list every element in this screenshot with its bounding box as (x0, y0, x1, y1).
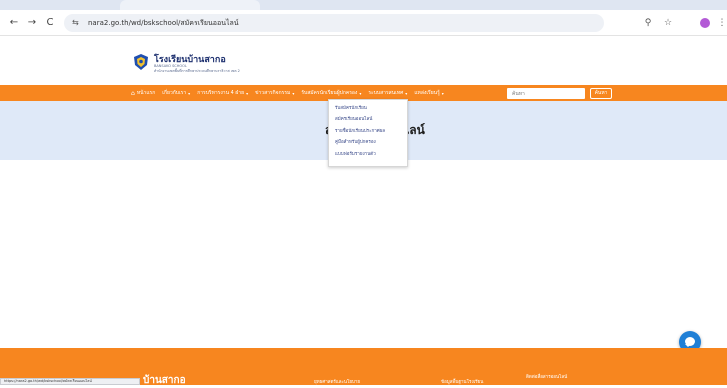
dropdown-item-0[interactable]: รับสมัครนักเรียน (329, 103, 407, 114)
dropdown-item-2[interactable]: รายชื่อนักเรียนประกาศผล (329, 126, 407, 137)
nav-item-label: ระบบสารสนเทศ (368, 90, 404, 96)
nav-item-5[interactable]: ระบบสารสนเทศ ▾ (368, 89, 407, 97)
nav-item-label: หน้าแรก (136, 90, 156, 96)
nav-item-label: การบริหารงาน 4 ฝ่าย (197, 90, 245, 96)
admission-dropdown-menu: รับสมัครนักเรียน สมัครเรียนออนไลน์ รายชื่อ… (328, 99, 408, 167)
browser-status-bar: https://nara2.go.th/wd/bskschool/สมัครเร… (0, 378, 140, 385)
nav-item-4[interactable]: รับสมัครนักเรียนผู้ปกครอง ▾ (301, 89, 361, 97)
chevron-down-icon: ▾ (359, 90, 362, 96)
back-icon[interactable]: ← (6, 15, 22, 31)
school-logo-icon[interactable] (133, 53, 149, 71)
nav-item-0[interactable]: ⌂ หน้าแรก (131, 89, 155, 97)
nav-item-label: ข่าวสารกิจกรรม (255, 90, 291, 96)
address-bar[interactable]: ⇆ nara2.go.th/wd/bskschool/สมัครเรียนออน… (64, 14, 604, 32)
bookmark-star-icon[interactable]: ☆ (660, 15, 676, 31)
chevron-down-icon: ▾ (292, 90, 295, 96)
school-subtitle-office: สำนักงานเขตพื้นที่การศึกษาประถมศึกษานราธ… (154, 69, 240, 73)
chevron-down-icon: ▾ (405, 90, 408, 96)
search-button[interactable]: ค้นหา (590, 88, 612, 99)
profile-avatar-icon[interactable] (700, 18, 710, 28)
nav-item-label: แหล่งเรียนรู้ (414, 90, 440, 96)
browser-toolbar: ← → C ⇆ nara2.go.th/wd/bskschool/สมัครเร… (0, 10, 727, 36)
dropdown-item-4[interactable]: แบบฟอร์มรายงานตัว (329, 149, 407, 160)
nav-item-1[interactable]: เกี่ยวกับเรา ▾ (162, 89, 190, 97)
chevron-down-icon: ▾ (246, 90, 249, 96)
home-icon: ⌂ (131, 89, 135, 97)
nav-item-label: รับสมัครนักเรียนผู้ปกครอง (301, 90, 358, 96)
browser-menu-icon[interactable]: ⋮ (714, 15, 727, 31)
chevron-down-icon: ▾ (188, 90, 191, 96)
browser-tab[interactable] (120, 0, 260, 10)
footer-link-contact[interactable]: ติดต่อสื่อสารออนไลน์ (526, 373, 567, 380)
browser-tab-strip (0, 0, 727, 10)
nav-item-3[interactable]: ข่าวสารกิจกรรม ▾ (255, 89, 294, 97)
chevron-down-icon: ▾ (441, 90, 444, 96)
footer-link-school-info[interactable]: ข้อมูลพื้นฐานโรงเรียน (441, 378, 483, 385)
reload-icon[interactable]: C (42, 15, 58, 31)
zoom-icon[interactable]: ⚲ (640, 15, 656, 31)
dropdown-item-1[interactable]: สมัครเรียนออนไลน์ (329, 114, 407, 125)
forward-icon[interactable]: → (24, 15, 40, 31)
footer-link-strategy[interactable]: ยุทธศาสตร์และนโยบาย (314, 378, 360, 385)
chat-bubble-tail-icon (685, 344, 691, 347)
footer-brand: บ้านสากอ (143, 375, 186, 386)
site-header: โรงเรียนบ้านสากอ BANSAKO SCHOOL สำนักงาน… (0, 37, 727, 85)
nav-item-2[interactable]: การบริหารงาน 4 ฝ่าย ▾ (197, 89, 248, 97)
url-text[interactable]: nara2.go.th/wd/bskschool/สมัครเรียนออนไล… (88, 14, 239, 32)
site-info-icon[interactable]: ⇆ (72, 16, 79, 30)
nav-item-label: เกี่ยวกับเรา (162, 90, 187, 96)
search-input[interactable] (507, 88, 585, 99)
nav-item-6[interactable]: แหล่งเรียนรู้ ▾ (414, 89, 443, 97)
dropdown-item-3[interactable]: คู่มือสำหรับผู้ปกครอง (329, 137, 407, 148)
